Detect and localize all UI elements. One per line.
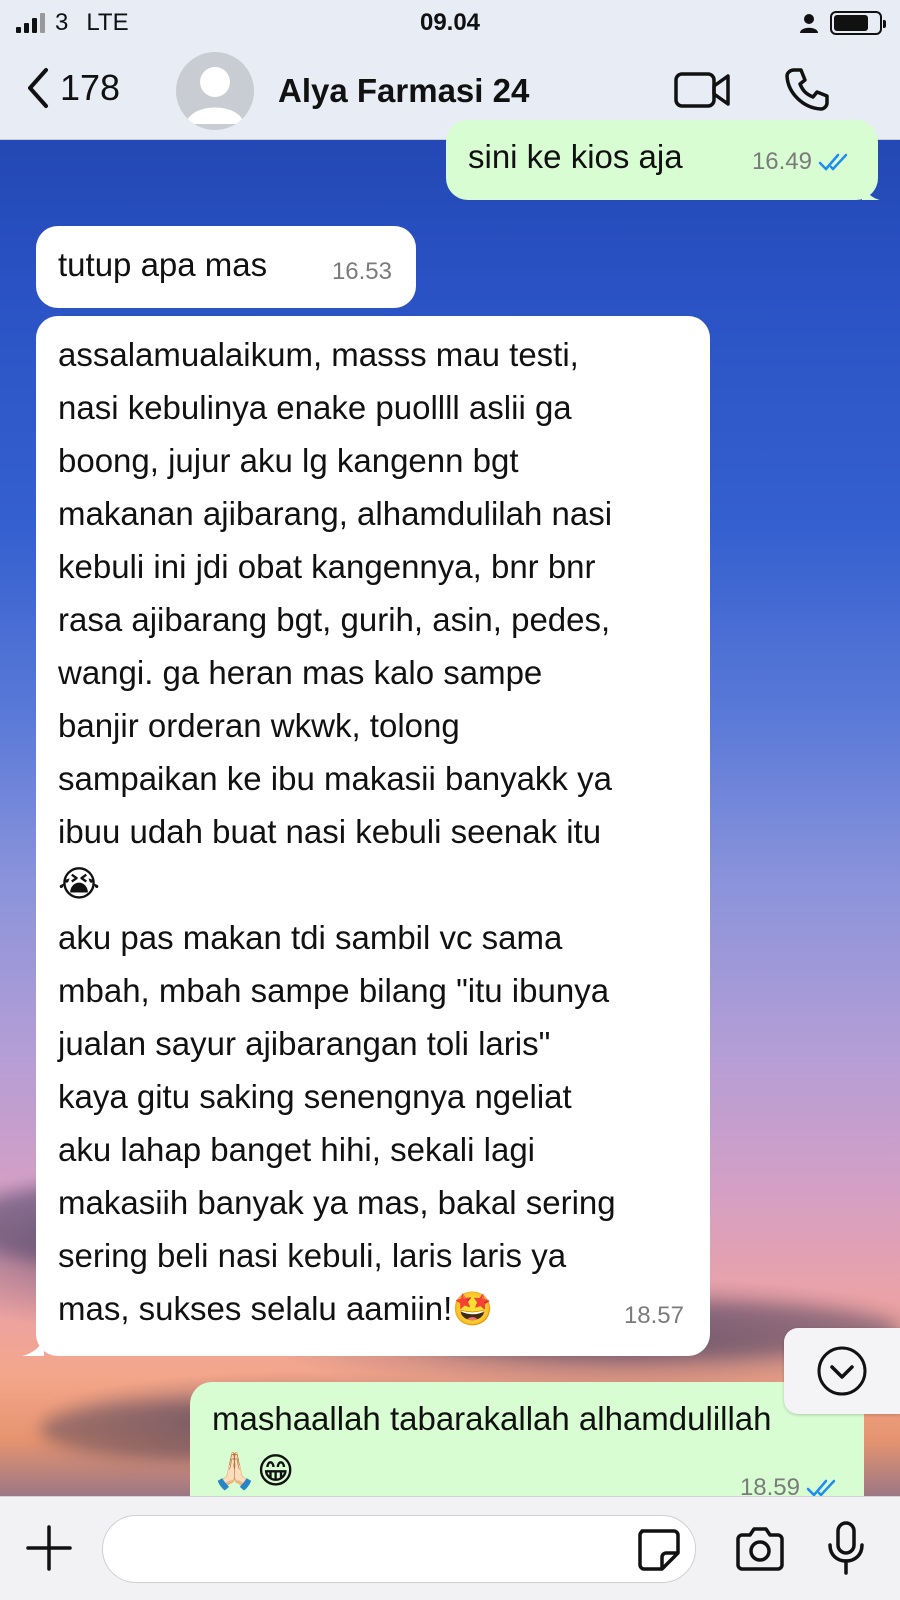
- contact-name[interactable]: Alya Farmasi 24: [278, 72, 529, 110]
- incoming-message[interactable]: tutup apa mas 16.53: [36, 226, 416, 308]
- sticker-button[interactable]: [636, 1527, 680, 1576]
- message-line-emoji: 😭: [58, 864, 101, 905]
- message-meta: 16.53: [332, 245, 392, 298]
- phone-call-icon: [785, 68, 829, 111]
- double-check-icon: [818, 153, 848, 171]
- contact-avatar[interactable]: [176, 52, 254, 130]
- bubble-tail: [22, 1336, 44, 1356]
- message-line: mashaallah tabarakallah alhamdulillah: [212, 1400, 772, 1437]
- message-time: 16.49: [751, 148, 812, 175]
- status-left: 3 LTE: [16, 9, 129, 37]
- camera-button[interactable]: [734, 1527, 786, 1576]
- status-time: 09.04: [419, 9, 481, 36]
- message-line: mas, sukses selalu aamiin!🤩: [58, 1290, 494, 1327]
- battery-icon: [830, 11, 886, 35]
- message-line: assalamualaikum, masss mau testi,: [58, 336, 579, 373]
- message-line: aku lahap banget hihi, sekali lagi: [58, 1131, 536, 1168]
- scroll-to-bottom-button[interactable]: [784, 1328, 900, 1414]
- message-input[interactable]: [102, 1515, 696, 1583]
- message-line: rasa ajibarang bgt, gurih, asin, pedes,: [58, 601, 611, 638]
- avatar-placeholder-icon: [186, 67, 244, 124]
- message-line: kebuli ini jdi obat kangennya, bnr bnr: [58, 548, 596, 585]
- signal-icon: [16, 13, 45, 33]
- message-line: kaya gitu saking senengnya ngeliat: [58, 1078, 572, 1115]
- person-icon: [800, 14, 818, 33]
- message-text: assalamualaikum, masss mau testi, nasi k…: [58, 328, 698, 1335]
- back-button[interactable]: 178: [24, 66, 120, 110]
- microphone-icon: [828, 1521, 864, 1575]
- bubble-tail: [862, 180, 880, 200]
- chevron-down-icon: [817, 1346, 867, 1396]
- message-line: makasiih banyak ya mas, bakal sering: [58, 1184, 616, 1221]
- video-call-icon: [674, 72, 730, 108]
- network-label: LTE: [86, 9, 129, 36]
- message-line: sampaikan ke ibu makasii banyakk ya: [58, 760, 612, 797]
- message-line: wangi. ga heran mas kalo sampe: [58, 654, 543, 691]
- message-text: sini ke kios aja: [468, 138, 683, 175]
- sticker-icon: [638, 1529, 680, 1571]
- message-time: 18.57: [623, 1302, 684, 1329]
- message-line: jualan sayur ajibarangan toli laris": [58, 1025, 551, 1062]
- message-time: 16.53: [331, 258, 392, 285]
- plus-icon: [26, 1525, 72, 1571]
- voice-message-button[interactable]: [826, 1521, 866, 1580]
- outgoing-message[interactable]: sini ke kios aja 16.49: [446, 120, 878, 200]
- message-meta: 16.49: [752, 135, 852, 188]
- unread-count: 178: [60, 67, 121, 108]
- message-line: banjir orderan wkwk, tolong: [58, 707, 460, 744]
- message-line: nasi kebulinya enake puollll aslii ga: [58, 389, 572, 426]
- double-check-icon: [806, 1479, 836, 1497]
- carrier-label: 3: [55, 9, 69, 36]
- video-call-button[interactable]: [674, 68, 732, 117]
- message-line: boong, jujur aku lg kangenn bgt: [58, 442, 519, 479]
- status-bar: 3 LTE 09.04: [0, 0, 900, 46]
- attach-button[interactable]: [26, 1525, 72, 1576]
- camera-icon: [736, 1527, 784, 1571]
- message-line: sering beli nasi kebuli, laris laris ya: [58, 1237, 567, 1274]
- message-meta: 18.57: [624, 1289, 684, 1342]
- incoming-message[interactable]: assalamualaikum, masss mau testi, nasi k…: [36, 316, 710, 1356]
- message-line: ibuu udah buat nasi kebuli seenak itu: [58, 813, 602, 850]
- message-input-bar: [0, 1496, 900, 1600]
- voice-call-button[interactable]: [784, 66, 830, 117]
- message-text: tutup apa mas: [58, 246, 268, 283]
- message-line: makanan ajibarang, alhamdulilah nasi: [58, 495, 613, 532]
- message-line: aku pas makan tdi sambil vc sama: [58, 919, 563, 956]
- message-line: mbah, mbah sampe bilang "itu ibunya: [58, 972, 610, 1009]
- status-right: [798, 11, 886, 35]
- back-chevron-icon: [28, 68, 48, 108]
